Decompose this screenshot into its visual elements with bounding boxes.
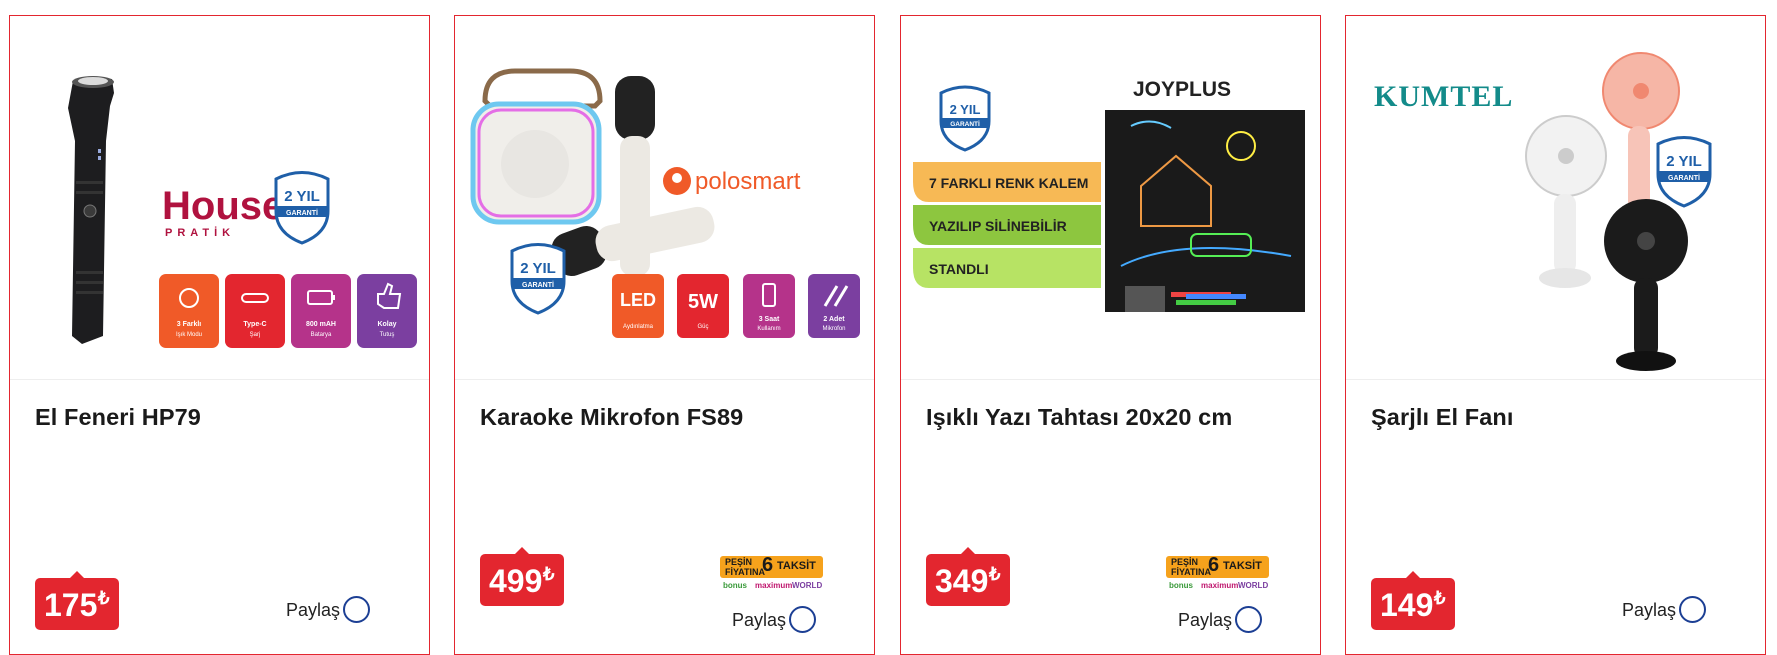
svg-text:Batarya: Batarya (311, 332, 332, 338)
svg-text:3 Saat: 3 Saat (759, 316, 780, 323)
brand-logo: House PRATİK (162, 184, 284, 239)
price-value: 175 (44, 587, 98, 623)
svg-text:House: House (162, 184, 284, 228)
price-badge: 149 ₺ (1371, 571, 1455, 630)
svg-text:Işık Modu: Işık Modu (176, 332, 202, 338)
svg-text:2 YIL: 2 YIL (520, 260, 556, 277)
installment-banner: PEŞİN FİYATINA 6 TAKSİT (1166, 554, 1269, 578)
price-value: 499 (489, 563, 543, 599)
svg-text:800 mAH: 800 mAH (306, 321, 336, 328)
share-label[interactable]: Paylaş (1178, 610, 1232, 631)
bank-maximum: maximum (755, 581, 793, 590)
svg-text:PRATİK: PRATİK (165, 226, 235, 239)
product-image[interactable]: JOYPLUS 2 YIL GARANTİ 7 FARKLI RENK KALE… (901, 16, 1320, 380)
currency-symbol: ₺ (989, 564, 1001, 584)
share-icon[interactable] (789, 606, 816, 633)
svg-text:STANDLI: STANDLI (929, 261, 989, 277)
warranty-badge: 2 YIL GARANTİ (274, 171, 330, 245)
product-image[interactable]: polosmart 2 YIL GARANTİ LED Aydınlatma 5… (455, 16, 874, 380)
flashlight-icon (68, 76, 114, 344)
brand-logo: JOYPLUS (1133, 78, 1231, 101)
product-card[interactable]: House PRATİK 2 YIL GARANTİ 3 Farklı Işık… (9, 15, 430, 655)
svg-text:Type-C: Type-C (243, 321, 266, 328)
product-title[interactable]: Karaoke Mikrofon FS89 (480, 404, 743, 431)
installment-banner: PEŞİN FİYATINA 6 TAKSİT (720, 554, 823, 578)
installment-pesin: PEŞİN FİYATINA (1171, 557, 1212, 577)
price-badge: 349 ₺ (926, 547, 1010, 606)
svg-text:Güç: Güç (697, 324, 708, 330)
currency-symbol: ₺ (543, 564, 555, 584)
svg-text:Kolay: Kolay (377, 321, 396, 328)
installment-badge: PEŞİN FİYATINA 6 TAKSİT bonus maximum WOR… (1166, 554, 1269, 596)
installment-count: 6 (1208, 554, 1220, 576)
price-badge: 499 ₺ (480, 547, 564, 606)
drawing-board (1105, 110, 1305, 312)
svg-text:Aydınlatma: Aydınlatma (623, 324, 654, 330)
bank-bonus: bonus (723, 581, 747, 590)
svg-text:2 YIL: 2 YIL (284, 188, 320, 205)
brand-logo: polosmart (663, 167, 801, 195)
svg-text:KUMTEL: KUMTEL (1374, 80, 1513, 113)
svg-text:Tutuş: Tutuş (380, 332, 395, 338)
product-image[interactable]: House PRATİK 2 YIL GARANTİ 3 Farklı Işık… (10, 16, 429, 380)
warranty-badge: 2 YIL GARANTİ (939, 85, 991, 152)
svg-text:3 Farklı: 3 Farklı (177, 321, 202, 328)
svg-text:7 FARKLI RENK KALEM: 7 FARKLI RENK KALEM (929, 175, 1088, 191)
svg-text:Şarj: Şarj (250, 332, 261, 338)
product-card[interactable]: KUMTEL 2 YIL GARANTİ Şarjlı El Fanı 149 … (1345, 15, 1766, 655)
svg-text:Kullanım: Kullanım (757, 326, 780, 332)
product-card[interactable]: JOYPLUS 2 YIL GARANTİ 7 FARKLI RENK KALE… (900, 15, 1321, 655)
svg-text:GARANTİ: GARANTİ (950, 120, 980, 128)
svg-text:JOYPLUS: JOYPLUS (1133, 78, 1231, 101)
currency-symbol: ₺ (98, 588, 110, 608)
feature-tiles: 3 Farklı Işık Modu Type-C Şarj 800 mAH B… (159, 274, 417, 348)
bank-logos: bonus maximum WORLD (720, 581, 823, 595)
warranty-badge: 2 YIL GARANTİ (1656, 136, 1712, 208)
share-label[interactable]: Paylaş (1622, 600, 1676, 621)
svg-text:5W: 5W (688, 291, 718, 313)
installment-label: TAKSİT (1223, 560, 1262, 572)
speaker-icon (470, 68, 603, 225)
svg-text:LED: LED (620, 290, 656, 310)
installment-label: TAKSİT (777, 560, 816, 572)
product-card[interactable]: polosmart 2 YIL GARANTİ LED Aydınlatma 5… (454, 15, 875, 655)
svg-text:Mikrofon: Mikrofon (822, 326, 845, 332)
share-label[interactable]: Paylaş (286, 600, 340, 621)
share-label[interactable]: Paylaş (732, 610, 786, 631)
price-badge: 175 ₺ (35, 571, 119, 630)
product-image[interactable]: KUMTEL 2 YIL GARANTİ (1346, 16, 1765, 380)
brand-logo: KUMTEL (1374, 80, 1513, 113)
share-icon[interactable] (343, 596, 370, 623)
svg-text:2 YIL: 2 YIL (950, 102, 981, 117)
share-icon[interactable] (1235, 606, 1262, 633)
bank-world: WORLD (1238, 581, 1269, 590)
share-icon[interactable] (1679, 596, 1706, 623)
svg-text:YAZILIP SİLİNEBİLİR: YAZILIP SİLİNEBİLİR (929, 218, 1067, 234)
installment-count: 6 (762, 554, 774, 576)
bank-maximum: maximum (1201, 581, 1239, 590)
fan-icon (1525, 52, 1688, 371)
bank-world: WORLD (792, 581, 823, 590)
feature-ribbons: 7 FARKLI RENK KALEM YAZILIP SİLİNEBİLİR … (913, 162, 1101, 288)
installment-pesin: PEŞİN FİYATINA (725, 557, 766, 577)
price-value: 349 (935, 563, 989, 599)
svg-text:GARANTİ: GARANTİ (522, 281, 554, 289)
svg-text:GARANTİ: GARANTİ (286, 209, 318, 217)
bank-logos: bonus maximum WORLD (1166, 581, 1269, 595)
price-value: 149 (1380, 587, 1434, 623)
svg-text:GARANTİ: GARANTİ (1668, 174, 1700, 182)
feature-tiles: LED Aydınlatma 5W Güç 3 Saat Kullanım 2 … (612, 274, 860, 338)
product-title[interactable]: Işıklı Yazı Tahtası 20x20 cm (926, 404, 1232, 431)
product-title[interactable]: Şarjlı El Fanı (1371, 404, 1513, 431)
svg-text:polosmart: polosmart (695, 168, 801, 195)
svg-text:2 Adet: 2 Adet (823, 316, 845, 323)
installment-badge: PEŞİN FİYATINA 6 TAKSİT bonus maximum WOR… (720, 554, 823, 596)
bank-bonus: bonus (1169, 581, 1193, 590)
svg-text:2 YIL: 2 YIL (1666, 153, 1702, 170)
product-title[interactable]: El Feneri HP79 (35, 404, 201, 431)
warranty-badge: 2 YIL GARANTİ (510, 243, 566, 315)
currency-symbol: ₺ (1434, 588, 1446, 608)
